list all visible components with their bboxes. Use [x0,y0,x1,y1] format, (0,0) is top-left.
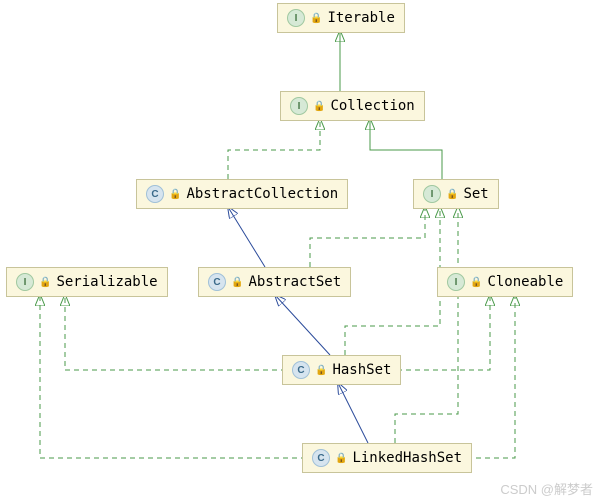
lock-icon: 🔒 [313,101,325,112]
node-label: AbstractCollection [186,186,338,202]
class-icon: C [208,273,226,291]
interface-icon: I [290,97,308,115]
interface-icon: I [447,273,465,291]
lock-icon: 🔒 [231,277,243,288]
lock-icon: 🔒 [470,277,482,288]
node-cloneable: I 🔒 Cloneable [437,267,573,297]
class-icon: C [146,185,164,203]
node-label: Collection [330,98,414,114]
node-set: I 🔒 Set [413,179,499,209]
node-label: LinkedHashSet [352,450,462,466]
interface-icon: I [16,273,34,291]
node-label: HashSet [332,362,391,378]
lock-icon: 🔒 [310,13,322,24]
lock-icon: 🔒 [446,189,458,200]
lock-icon: 🔒 [39,277,51,288]
class-icon: C [292,361,310,379]
node-label: Serializable [56,274,157,290]
watermark: CSDN @解梦者 [500,479,593,498]
interface-icon: I [287,9,305,27]
node-label: Set [463,186,488,202]
node-abstractset: C 🔒 AbstractSet [198,267,351,297]
interface-icon: I [423,185,441,203]
lock-icon: 🔒 [315,365,327,376]
diagram-edges [0,0,599,504]
class-icon: C [312,449,330,467]
node-hashset: C 🔒 HashSet [282,355,401,385]
lock-icon: 🔒 [169,189,181,200]
node-abstractcollection: C 🔒 AbstractCollection [136,179,348,209]
node-collection: I 🔒 Collection [280,91,425,121]
node-serializable: I 🔒 Serializable [6,267,168,297]
node-label: AbstractSet [248,274,341,290]
node-linkedhashset: C 🔒 LinkedHashSet [302,443,472,473]
lock-icon: 🔒 [335,453,347,464]
node-label: Iterable [327,10,394,26]
node-label: Cloneable [487,274,563,290]
node-iterable: I 🔒 Iterable [277,3,405,33]
